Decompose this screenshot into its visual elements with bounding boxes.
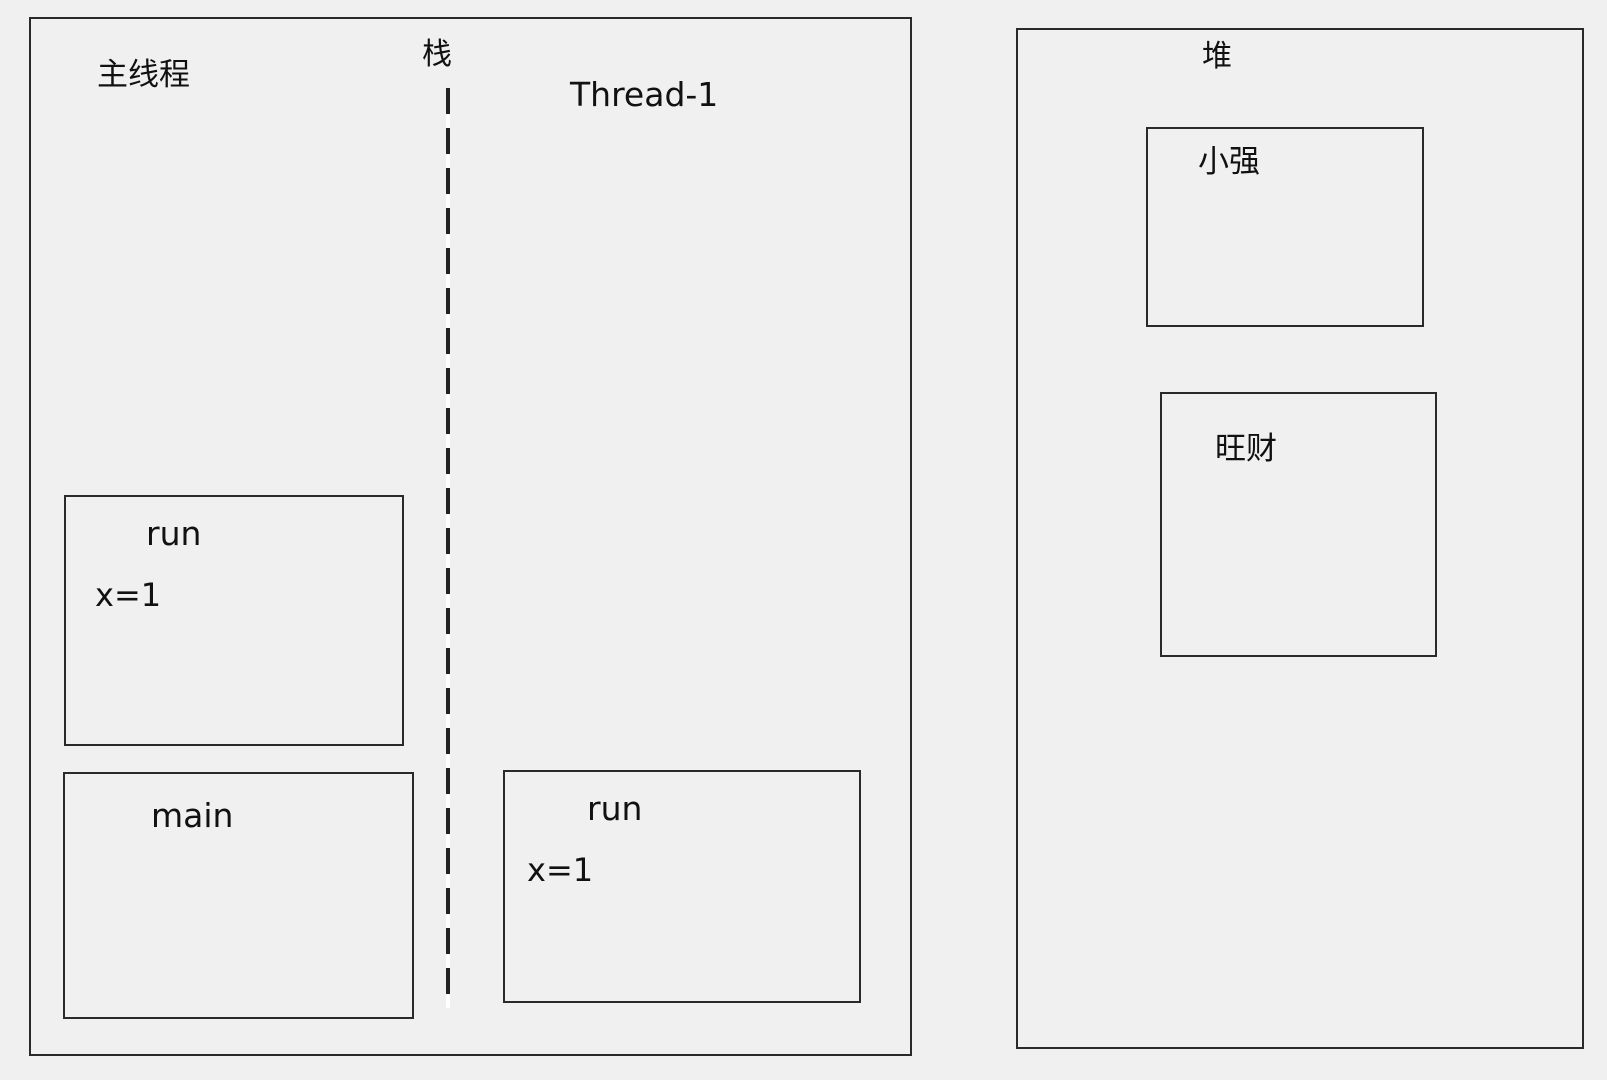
thread-divider xyxy=(438,88,458,1008)
frame-name: main xyxy=(151,796,234,835)
object-label: 旺财 xyxy=(1215,431,1277,467)
frame-variable: x=1 xyxy=(527,851,594,889)
heap-title: 堆 xyxy=(1202,39,1232,74)
memory-diagram: 栈 主线程 Thread-1 run x=1 main run x=1 堆 小强… xyxy=(0,0,1607,1080)
frame-name: run xyxy=(587,789,643,828)
main-thread-label: 主线程 xyxy=(97,57,190,93)
frame-name: run xyxy=(146,514,202,553)
main-thread-run-frame: run x=1 xyxy=(64,495,404,746)
main-thread-main-frame: main xyxy=(63,772,414,1019)
heap-object-wangcai: 旺财 xyxy=(1160,392,1437,657)
frame-variable: x=1 xyxy=(95,576,162,614)
stack-title: 栈 xyxy=(422,37,452,72)
thread1-label: Thread-1 xyxy=(570,75,719,114)
heap-object-xiaoqiang: 小强 xyxy=(1146,127,1424,327)
thread1-run-frame: run x=1 xyxy=(503,770,861,1003)
object-label: 小强 xyxy=(1198,144,1260,180)
